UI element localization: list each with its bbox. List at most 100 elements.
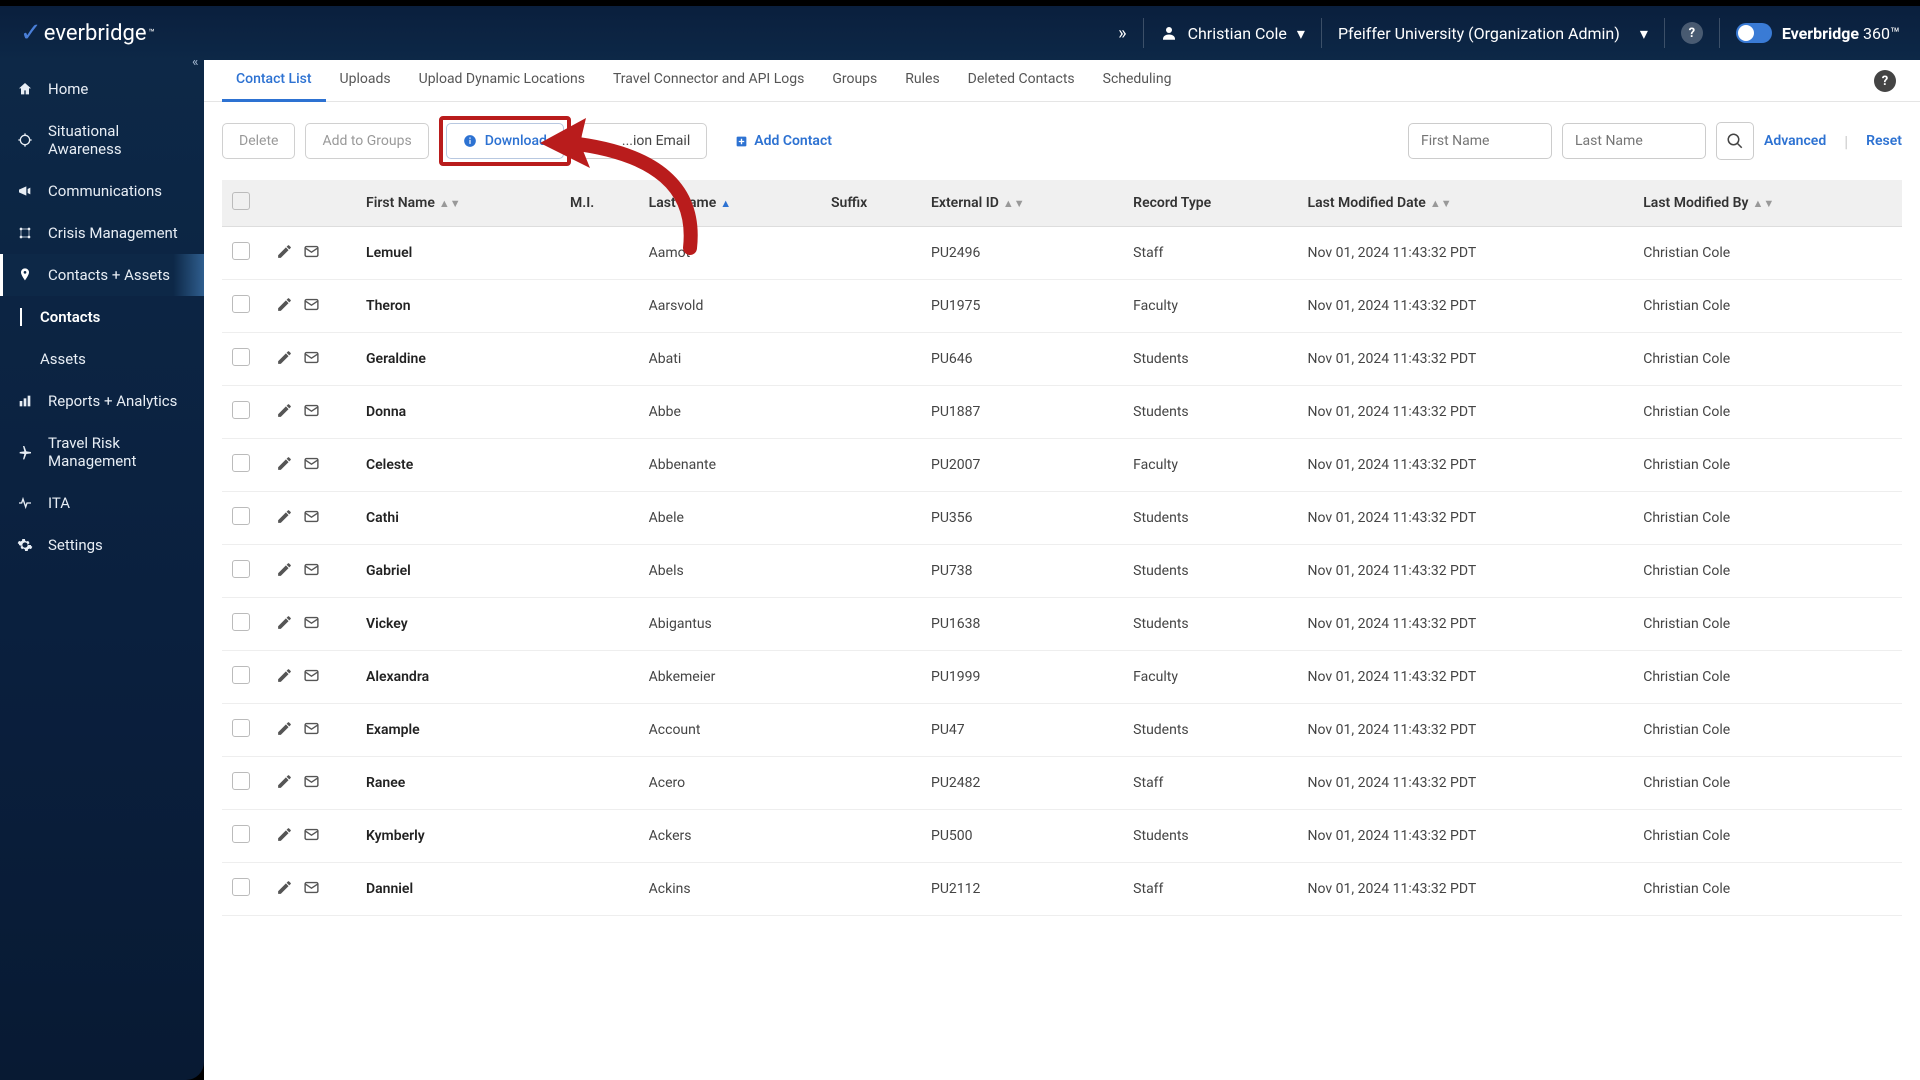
last-name-input[interactable]	[1562, 123, 1706, 159]
row-checkbox[interactable]	[232, 401, 250, 419]
mail-icon[interactable]	[303, 296, 320, 317]
cell-suffix	[821, 333, 921, 386]
col-first-name[interactable]: First Name▲▼	[356, 180, 560, 227]
row-checkbox[interactable]	[232, 242, 250, 260]
sidebar-item-crisis[interactable]: Crisis Management	[0, 212, 204, 254]
edit-icon[interactable]	[276, 455, 293, 476]
tab-scheduling[interactable]: Scheduling	[1089, 60, 1186, 102]
row-checkbox[interactable]	[232, 295, 250, 313]
row-checkbox[interactable]	[232, 825, 250, 843]
row-checkbox[interactable]	[232, 613, 250, 631]
cell-modified-by: Christian Cole	[1633, 280, 1902, 333]
sidebar-label: ITA	[48, 494, 70, 512]
edit-icon[interactable]	[276, 402, 293, 423]
table-row: Theron Aarsvold PU1975 Faculty Nov 01, 2…	[222, 280, 1902, 333]
edit-icon[interactable]	[276, 879, 293, 900]
mail-icon[interactable]	[303, 879, 320, 900]
table-row: Donna Abbe PU1887 Students Nov 01, 2024 …	[222, 386, 1902, 439]
mail-icon[interactable]	[303, 349, 320, 370]
search-button[interactable]	[1716, 122, 1754, 160]
edit-icon[interactable]	[276, 720, 293, 741]
download-button[interactable]: Download	[446, 123, 564, 159]
row-checkbox[interactable]	[232, 878, 250, 896]
row-checkbox[interactable]	[232, 454, 250, 472]
row-checkbox[interactable]	[232, 666, 250, 684]
col-modified-by[interactable]: Last Modified By▲▼	[1633, 180, 1902, 227]
col-mi[interactable]: M.I.	[560, 180, 639, 227]
sidebar-item-ita[interactable]: ITA	[0, 482, 204, 524]
mail-icon[interactable]	[303, 402, 320, 423]
first-name-input[interactable]	[1408, 123, 1552, 159]
mail-icon[interactable]	[303, 561, 320, 582]
edit-icon[interactable]	[276, 614, 293, 635]
tab-deleted[interactable]: Deleted Contacts	[954, 60, 1089, 102]
col-external-id[interactable]: External ID▲▼	[921, 180, 1123, 227]
sidebar-item-travel[interactable]: Travel Risk Management	[0, 422, 204, 482]
table-row: Danniel Ackins PU2112 Staff Nov 01, 2024…	[222, 863, 1902, 916]
mail-icon[interactable]	[303, 614, 320, 635]
brand-logo[interactable]: ✓ everbridge ™	[20, 18, 155, 48]
cell-modified-date: Nov 01, 2024 11:43:32 PDT	[1298, 810, 1634, 863]
sidebar-item-home[interactable]: Home	[0, 68, 204, 110]
col-record-type[interactable]: Record Type	[1123, 180, 1297, 227]
edit-icon[interactable]	[276, 667, 293, 688]
tab-groups[interactable]: Groups	[818, 60, 891, 102]
sidebar-sub-assets[interactable]: Assets	[0, 338, 204, 380]
topbar-more-button[interactable]: »	[1118, 23, 1126, 44]
edit-icon[interactable]	[276, 826, 293, 847]
registration-email-button[interactable]: ...ion Email	[581, 123, 707, 159]
tab-uploads[interactable]: Uploads	[326, 60, 405, 102]
mail-icon[interactable]	[303, 720, 320, 741]
col-suffix[interactable]: Suffix	[821, 180, 921, 227]
sidebar-item-contacts-assets[interactable]: Contacts + Assets	[0, 254, 204, 296]
edit-icon[interactable]	[276, 561, 293, 582]
row-checkbox[interactable]	[232, 560, 250, 578]
cell-first-name: Donna	[356, 386, 560, 439]
mail-icon[interactable]	[303, 243, 320, 264]
mail-icon[interactable]	[303, 508, 320, 529]
tab-upload-dynamic[interactable]: Upload Dynamic Locations	[405, 60, 599, 102]
row-checkbox[interactable]	[232, 719, 250, 737]
edit-icon[interactable]	[276, 773, 293, 794]
cell-last-name: Abbe	[639, 386, 821, 439]
edit-icon[interactable]	[276, 349, 293, 370]
sidebar-item-situational[interactable]: Situational Awareness	[0, 110, 204, 170]
mail-icon[interactable]	[303, 826, 320, 847]
org-menu[interactable]: Pfeiffer University (Organization Admin)…	[1338, 24, 1648, 43]
tabs-help-button[interactable]: ?	[1874, 70, 1896, 92]
cell-mi	[560, 439, 639, 492]
cell-first-name: Gabriel	[356, 545, 560, 598]
col-modified-date[interactable]: Last Modified Date▲▼	[1298, 180, 1634, 227]
tab-rules[interactable]: Rules	[891, 60, 953, 102]
select-all-checkbox[interactable]	[232, 192, 250, 210]
user-menu[interactable]: Christian Cole ▾	[1160, 24, 1305, 43]
edit-icon[interactable]	[276, 243, 293, 264]
mail-icon[interactable]	[303, 667, 320, 688]
tab-contact-list[interactable]: Contact List	[222, 60, 326, 102]
cell-modified-date: Nov 01, 2024 11:43:32 PDT	[1298, 704, 1634, 757]
sidebar-label: Crisis Management	[48, 224, 178, 242]
delete-button[interactable]: Delete	[222, 123, 295, 159]
advanced-link[interactable]: Advanced	[1764, 133, 1826, 149]
mail-icon[interactable]	[303, 773, 320, 794]
row-checkbox[interactable]	[232, 507, 250, 525]
sidebar-item-settings[interactable]: Settings	[0, 524, 204, 566]
add-contact-button[interactable]: Add Contact	[735, 133, 832, 149]
reset-link[interactable]: Reset	[1866, 133, 1902, 149]
tab-travel-connector[interactable]: Travel Connector and API Logs	[599, 60, 818, 102]
sidebar-item-reports[interactable]: Reports + Analytics	[0, 380, 204, 422]
col-last-name[interactable]: Last Name▲	[639, 180, 821, 227]
row-checkbox[interactable]	[232, 772, 250, 790]
cell-modified-date: Nov 01, 2024 11:43:32 PDT	[1298, 598, 1634, 651]
mail-icon[interactable]	[303, 455, 320, 476]
help-button[interactable]: ?	[1681, 22, 1703, 44]
edit-icon[interactable]	[276, 508, 293, 529]
add-to-groups-button[interactable]: Add to Groups	[305, 123, 428, 159]
sidebar-sub-contacts[interactable]: Contacts	[0, 296, 204, 338]
brand360-toggle[interactable]	[1736, 23, 1772, 43]
cell-mi	[560, 598, 639, 651]
pulse-icon	[16, 494, 34, 512]
edit-icon[interactable]	[276, 296, 293, 317]
row-checkbox[interactable]	[232, 348, 250, 366]
sidebar-item-communications[interactable]: Communications	[0, 170, 204, 212]
